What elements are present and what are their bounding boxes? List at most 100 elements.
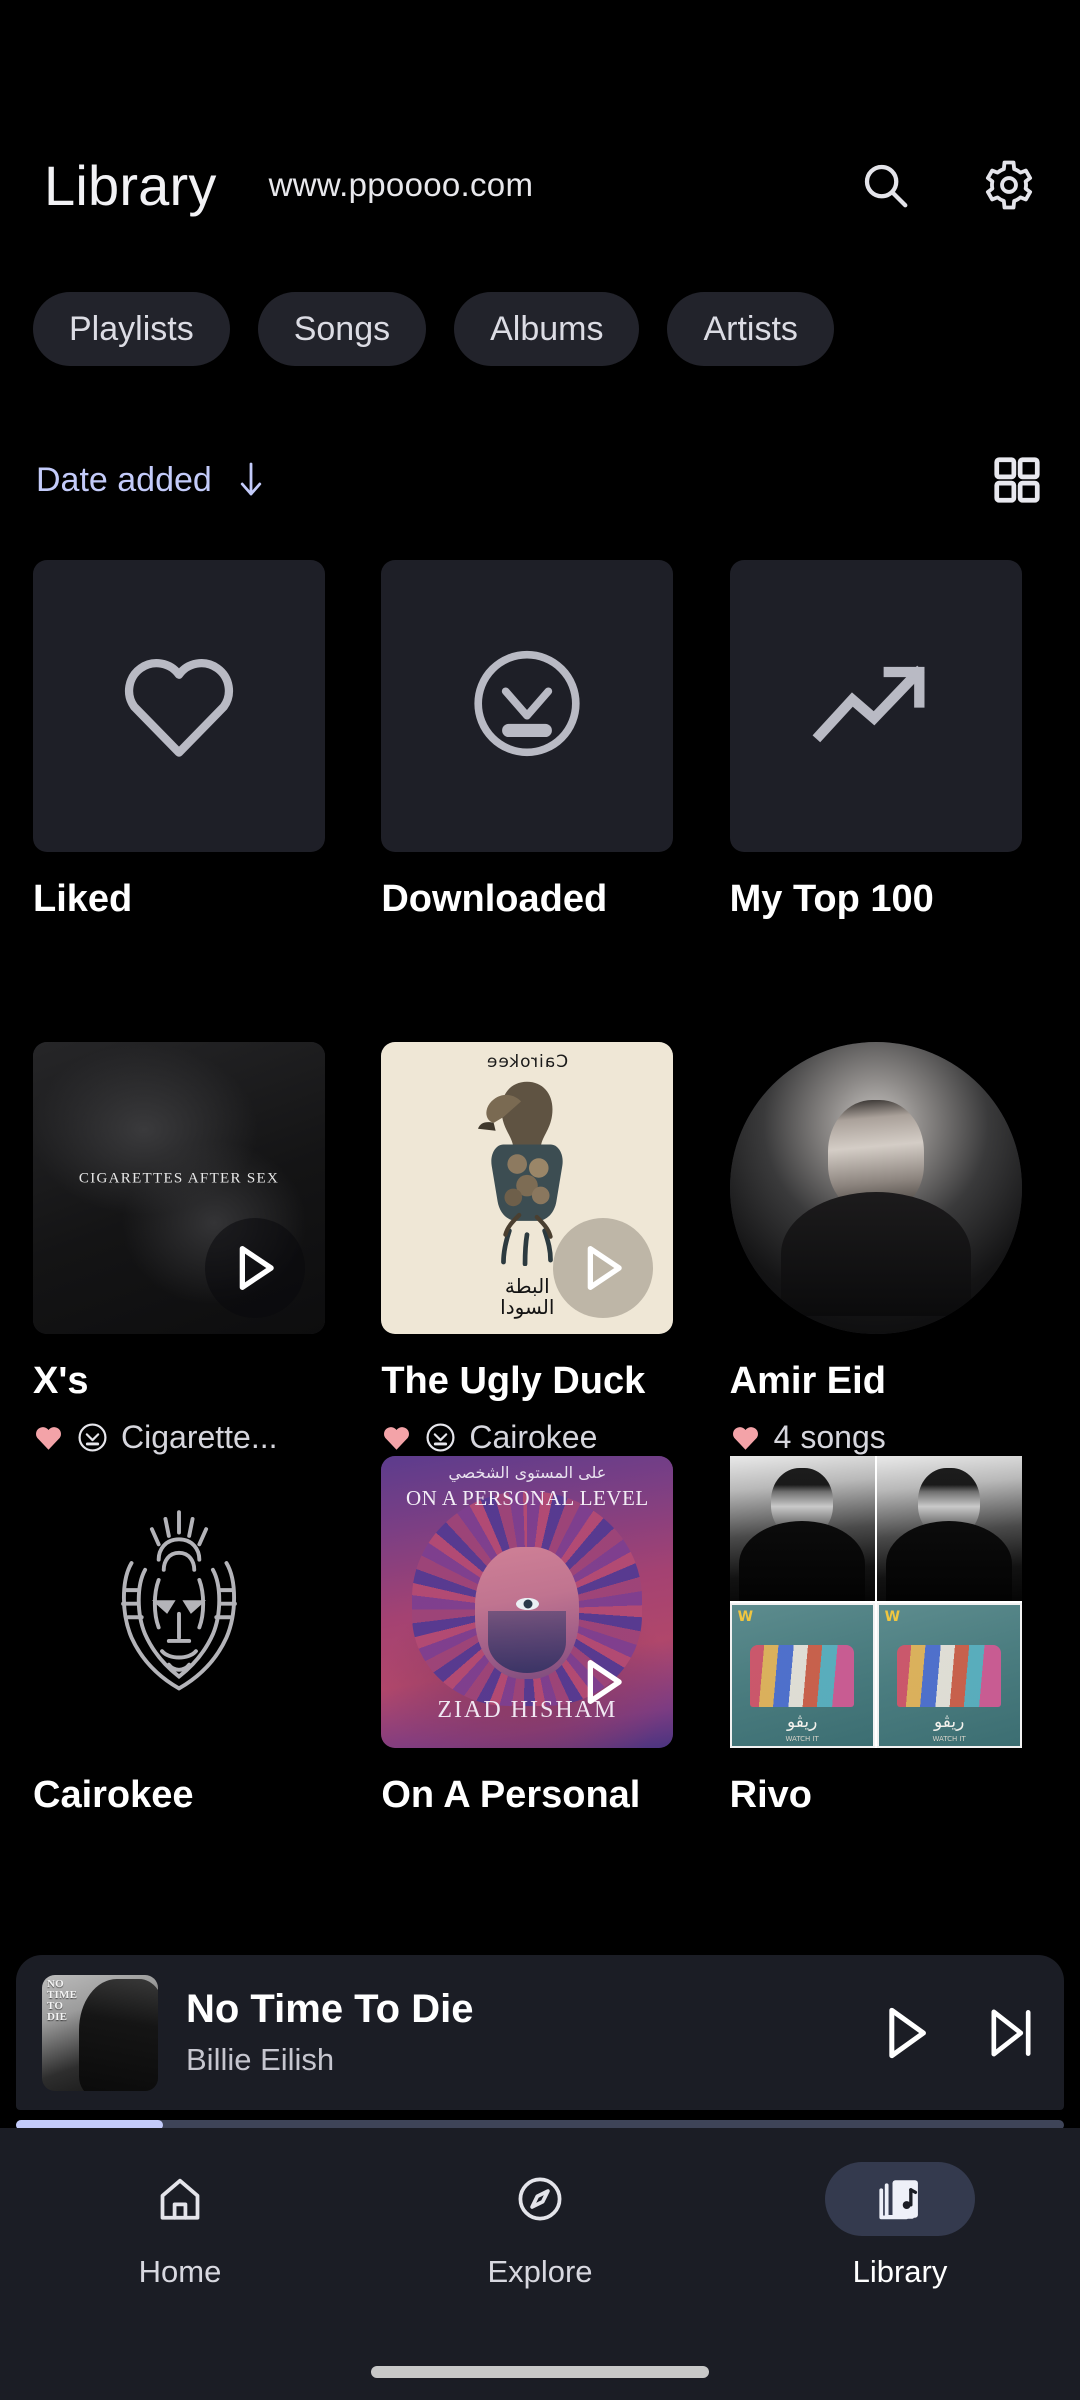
grid-item-title: The Ugly Duck xyxy=(381,1359,646,1402)
grid-item-title: Rivo xyxy=(729,1774,813,1817)
download-check-icon xyxy=(466,643,588,770)
poster-credit: WATCH IT xyxy=(932,1735,966,1744)
now-playing-bar[interactable]: NO TIME TO DIE No Time To Die Billie Eilish xyxy=(16,1955,1064,2110)
poster-badge: W xyxy=(737,1609,754,1626)
arrow-down-icon xyxy=(236,462,266,498)
artwork-eye-right xyxy=(516,1598,539,1611)
filter-chips: Playlists Songs Albums Artists xyxy=(0,292,1080,366)
grid-item-subtitle: Cairokee xyxy=(469,1419,598,1456)
grid-item-cairokee[interactable]: Cairokee xyxy=(33,1456,350,1818)
collage-tile-1 xyxy=(729,1456,875,1602)
grid-item-amir-eid[interactable]: Amir Eid 4 songs xyxy=(729,1041,1047,1457)
grid-view-icon[interactable] xyxy=(990,453,1044,507)
nav-pill xyxy=(105,2162,255,2236)
header: Library www.ppoooo.com xyxy=(0,130,1080,240)
collage-tile-3: W ريڤو WATCH IT xyxy=(729,1603,875,1749)
chip-label: Playlists xyxy=(69,309,194,348)
poster-credit: WATCH IT xyxy=(785,1735,819,1744)
poster-arabic-title: ريڤو xyxy=(786,1712,818,1733)
nav-label: Explore xyxy=(487,2254,593,2289)
now-playing-title: No Time To Die xyxy=(186,1987,474,2031)
grid-item-subtitle-row: Cairokee xyxy=(381,1419,698,1456)
sort-row: Date added xyxy=(0,440,1080,520)
grid-item-on-a-personal-level[interactable]: على المستوى الشخصي ON A PERSONAL LEVEL Z… xyxy=(381,1456,698,1818)
grid-item-liked[interactable]: Liked xyxy=(33,560,350,922)
poster-badge: W xyxy=(884,1609,901,1626)
grid-item-title: X's xyxy=(33,1359,89,1402)
artist-avatar-cairokee xyxy=(33,1456,325,1749)
artwork-arabic-title: على المستوى الشخصي xyxy=(448,1463,607,1483)
downloaded-icon xyxy=(77,1422,108,1453)
grid-item-title: My Top 100 xyxy=(729,878,934,920)
sort-button[interactable]: Date added xyxy=(36,461,266,500)
poster-figures xyxy=(750,1644,855,1707)
nav-item-explore[interactable]: Explore xyxy=(360,2162,720,2290)
search-icon[interactable] xyxy=(858,158,912,212)
grid-item-subtitle-row: Cigarette... xyxy=(33,1419,350,1456)
grid-item-title: Downloaded xyxy=(381,878,608,920)
chip-songs[interactable]: Songs xyxy=(257,292,427,366)
album-art-on-a-personal-level: على المستوى الشخصي ON A PERSONAL LEVEL Z… xyxy=(381,1456,674,1749)
now-playing-artist: Billie Eilish xyxy=(186,2042,335,2077)
compass-icon xyxy=(515,2174,565,2224)
artwork-title-text: NO TIME TO DIE xyxy=(47,1977,78,2024)
chip-artists[interactable]: Artists xyxy=(667,292,834,366)
grid-item-downloaded[interactable]: Downloaded xyxy=(381,560,698,922)
playlist-art-rivo: W ريڤو WATCH IT W ريڤو WATCH IT xyxy=(729,1456,1022,1749)
chip-label: Albums xyxy=(490,309,604,348)
library-grid: Liked Downloaded My Top 100 CIGARETTES A… xyxy=(0,560,1080,1818)
artwork-portrait-torso xyxy=(780,1192,971,1317)
app-screen: Library www.ppoooo.com Playlists Songs A… xyxy=(0,0,1080,2400)
my-top-100-card-art xyxy=(729,560,1022,852)
grid-item-subtitle: Cigarette... xyxy=(121,1419,278,1456)
bottom-navigation: Home Explore Library xyxy=(0,2128,1080,2400)
row-spacer xyxy=(33,922,1047,1042)
chip-albums[interactable]: Albums xyxy=(454,292,640,366)
play-icon[interactable] xyxy=(878,2004,932,2062)
play-button[interactable] xyxy=(205,1217,305,1318)
home-icon xyxy=(155,2174,205,2224)
album-art-xs: CIGARETTES AFTER SEX xyxy=(33,1041,325,1334)
grid-item-subtitle-row: 4 songs xyxy=(730,1419,1047,1456)
now-playing-controls xyxy=(878,2004,1038,2062)
heart-icon xyxy=(115,645,243,768)
artwork-cairokee-lion xyxy=(33,1456,325,1749)
grid-item-subtitle: 4 songs xyxy=(773,1419,886,1456)
library-music-icon xyxy=(875,2174,925,2224)
nav-item-home[interactable]: Home xyxy=(0,2162,360,2290)
grid-item-my-top-100[interactable]: My Top 100 xyxy=(729,560,1047,922)
gear-icon[interactable] xyxy=(982,158,1036,212)
heart-icon xyxy=(33,1423,64,1452)
nav-pill-active xyxy=(825,2162,975,2236)
watermark-text: www.ppoooo.com xyxy=(268,166,534,203)
sort-label: Date added xyxy=(36,460,212,499)
play-button[interactable] xyxy=(553,1217,654,1318)
collage-tile-4: W ريڤو WATCH IT xyxy=(876,1603,1022,1749)
grid-item-rivo[interactable]: W ريڤو WATCH IT W ريڤو WATCH IT Rivo xyxy=(729,1456,1047,1818)
grid-item-the-ugly-duck[interactable]: Cairokee البطة السودا The Ugly Duck Cair… xyxy=(381,1041,698,1457)
nav-label: Library xyxy=(852,2254,948,2289)
poster-arabic-title: ريڤو xyxy=(933,1712,965,1733)
collage-tile-2 xyxy=(876,1456,1022,1602)
artwork-title: ON A PERSONAL LEVEL xyxy=(406,1486,649,1511)
liked-card-art xyxy=(33,560,325,852)
skip-next-icon[interactable] xyxy=(984,2004,1038,2062)
artwork-amir-eid xyxy=(729,1041,1022,1334)
chip-label: Songs xyxy=(293,309,391,348)
nav-pill xyxy=(465,2162,615,2236)
heart-icon xyxy=(730,1423,761,1452)
now-playing-meta: No Time To Die Billie Eilish xyxy=(186,1987,858,2078)
artwork-hair xyxy=(79,1979,158,2091)
downloaded-card-art xyxy=(381,560,674,852)
chip-playlists[interactable]: Playlists xyxy=(33,292,230,366)
nav-item-library[interactable]: Library xyxy=(720,2162,1080,2290)
header-actions xyxy=(858,158,1036,212)
nav-label: Home xyxy=(138,2254,222,2289)
downloaded-icon xyxy=(425,1422,456,1453)
artwork-rivo-collage: W ريڤو WATCH IT W ريڤو WATCH IT xyxy=(729,1456,1022,1749)
now-playing-artwork: NO TIME TO DIE xyxy=(42,1974,158,2091)
artwork-caption: CIGARETTES AFTER SEX xyxy=(78,1170,280,1187)
grid-item-title: Amir Eid xyxy=(729,1359,886,1402)
grid-item-xs[interactable]: CIGARETTES AFTER SEX X's Cigarette... xyxy=(33,1041,350,1457)
play-button[interactable] xyxy=(553,1632,653,1732)
